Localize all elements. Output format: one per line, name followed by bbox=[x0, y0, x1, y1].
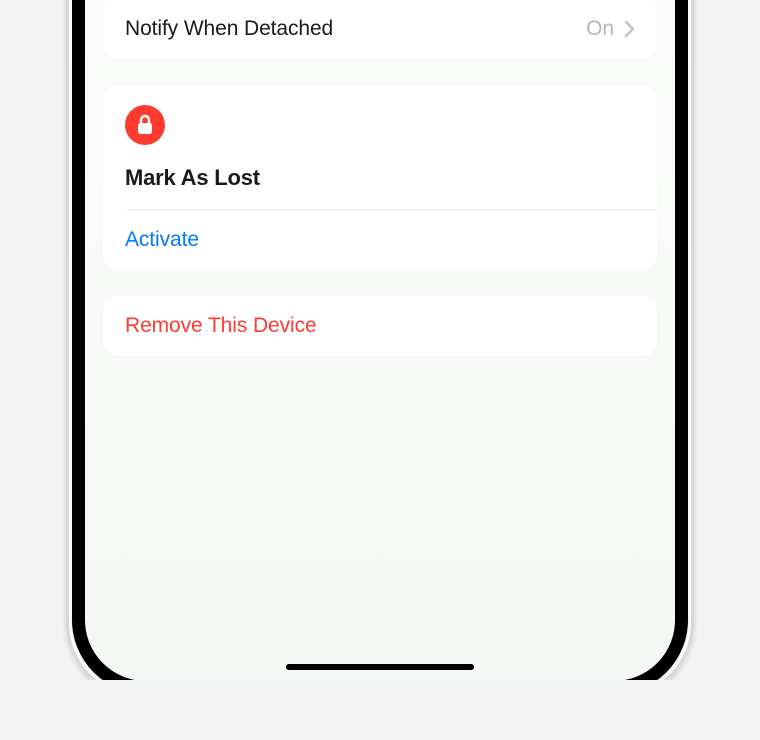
page-background-cut bbox=[0, 680, 760, 740]
notify-when-detached-row[interactable]: Notify When Detached On bbox=[103, 0, 657, 59]
home-indicator[interactable] bbox=[286, 664, 474, 670]
mark-as-lost-card: Mark As Lost Activate bbox=[103, 85, 657, 270]
lost-header: Mark As Lost bbox=[103, 85, 657, 209]
notify-value: On bbox=[586, 17, 614, 41]
notify-card: Notify When Detached On bbox=[103, 0, 657, 59]
mark-as-lost-title: Mark As Lost bbox=[125, 165, 635, 193]
remove-device-card: Remove This Device bbox=[103, 296, 657, 356]
settings-content: Notify When Detached On bbox=[85, 0, 675, 382]
activate-button[interactable]: Activate bbox=[103, 210, 657, 270]
chevron-right-icon bbox=[624, 20, 635, 38]
phone-frame: Notify When Detached On bbox=[66, 0, 694, 700]
remove-device-button[interactable]: Remove This Device bbox=[103, 296, 657, 356]
screen: Notify When Detached On bbox=[85, 0, 675, 681]
lock-icon bbox=[125, 105, 165, 145]
notify-label: Notify When Detached bbox=[125, 17, 586, 41]
